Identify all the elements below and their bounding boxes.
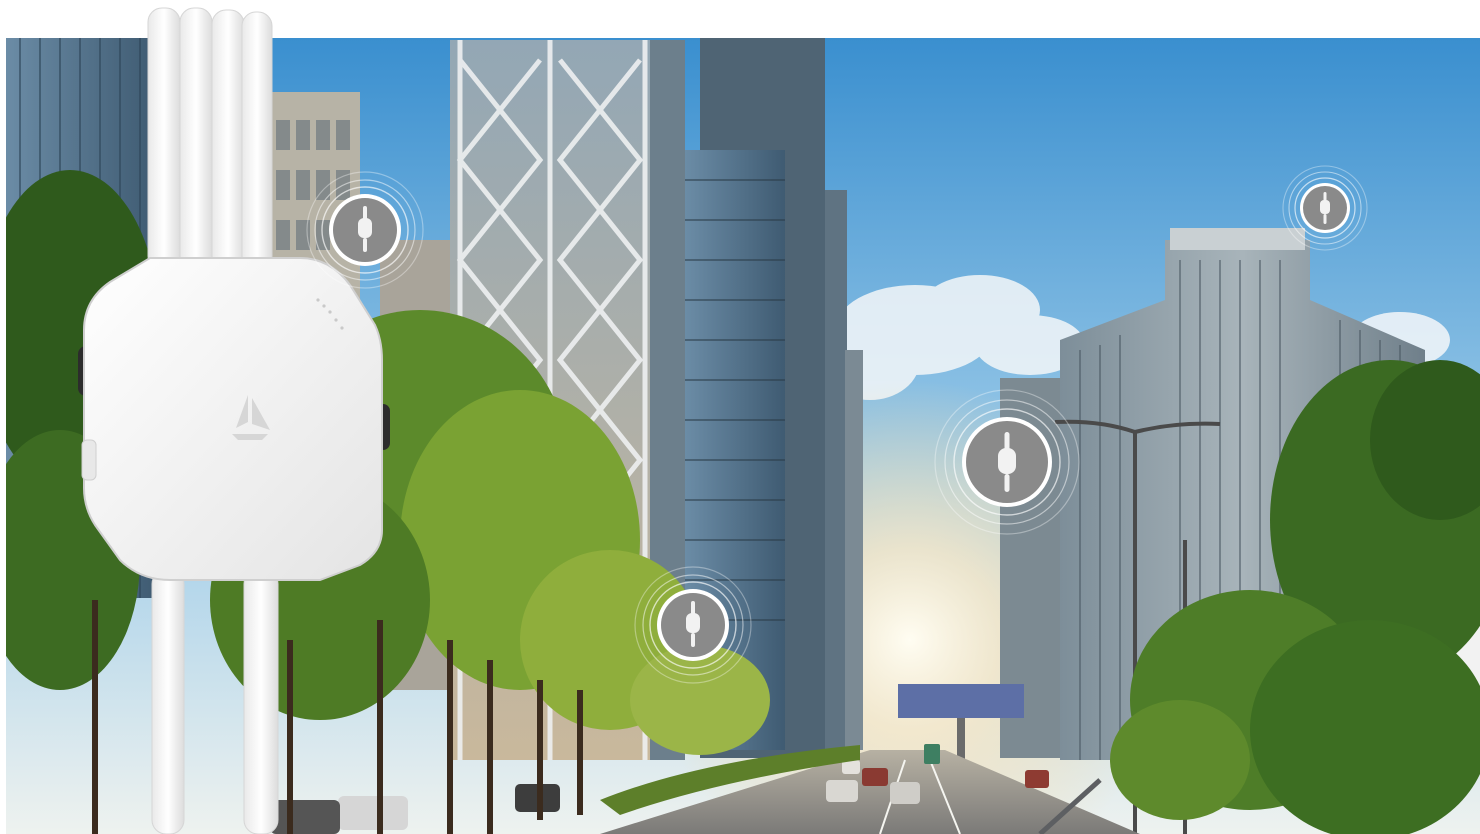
city-scene	[0, 0, 1480, 834]
antenna-top-3	[211, 9, 245, 271]
antenna-top-1	[147, 7, 181, 271]
antenna-bottom-1	[151, 569, 185, 834]
antenna-bottom-2	[243, 569, 279, 834]
device-housing	[83, 257, 383, 581]
antenna-top-4	[241, 11, 273, 271]
side-button	[81, 439, 97, 481]
antenna-top-2	[179, 7, 213, 271]
